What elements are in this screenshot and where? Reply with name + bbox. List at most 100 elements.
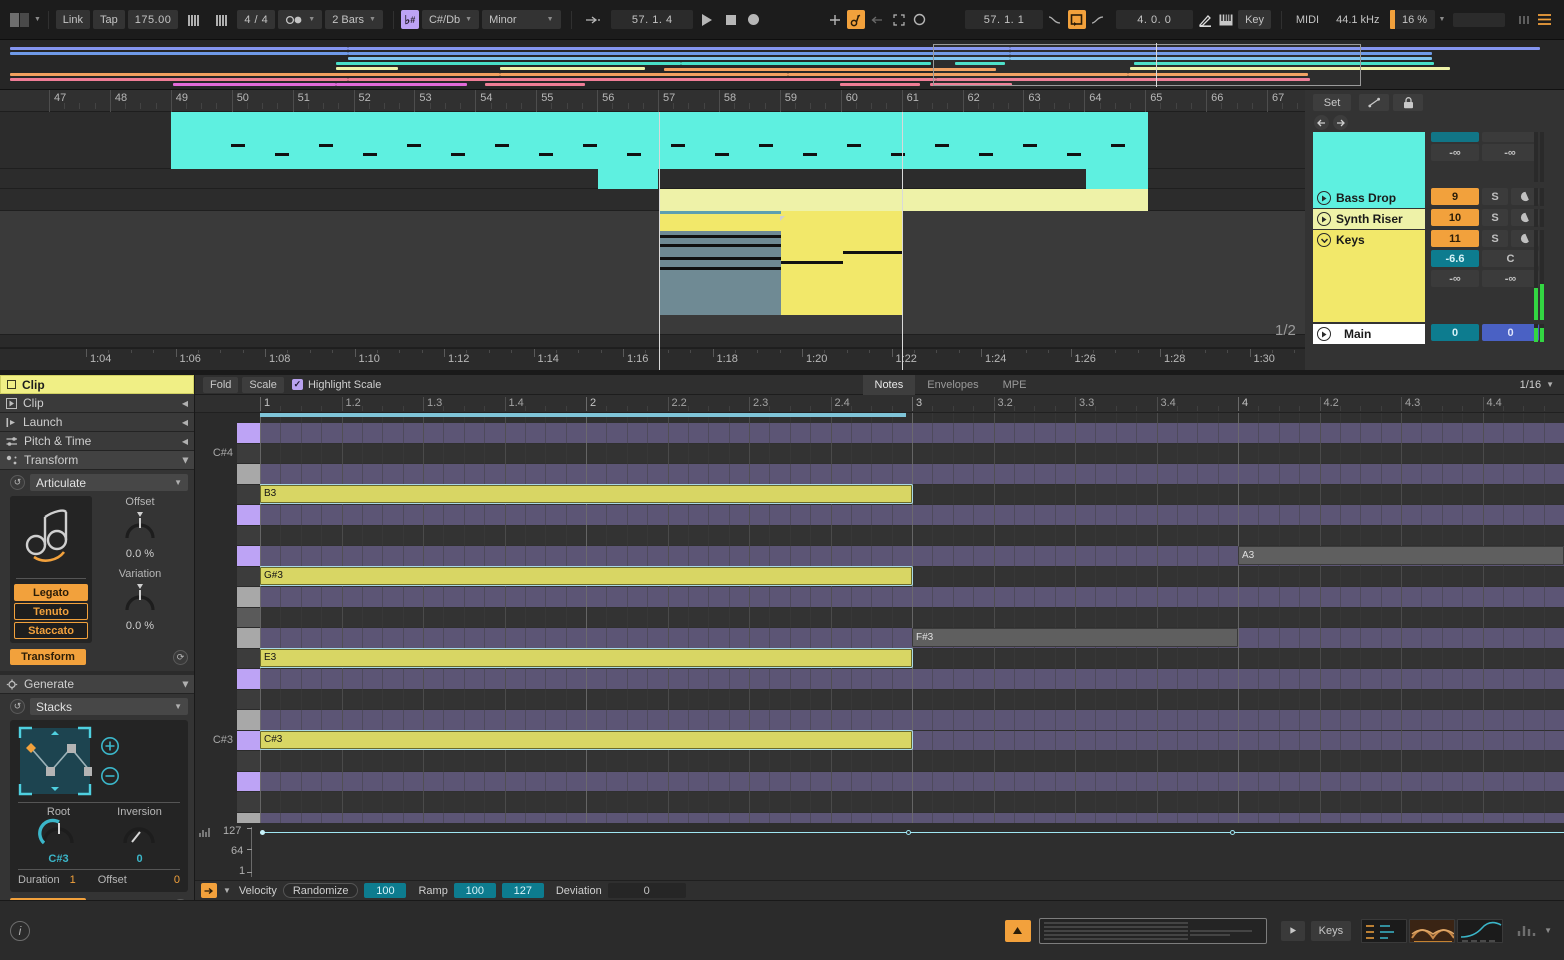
arrangement-track-row[interactable] [0,189,1305,211]
arrangement-follow-button[interactable] [578,10,608,29]
piano-key[interactable] [237,423,260,443]
track-header-synth-riser[interactable]: Synth Riser 10 S [1313,209,1556,229]
loop-length-field[interactable]: 4. 0. 0 [1116,10,1193,29]
track-volume-synth-riser[interactable]: 10 [1431,209,1479,226]
computer-midi-keyboard-button[interactable] [1217,10,1235,29]
section-launch[interactable]: Launch ◀ [0,413,194,432]
metronome-button[interactable]: ▼ [278,10,322,29]
arrangement-record-button[interactable] [826,10,844,29]
lock-envelopes-button[interactable] [1393,94,1423,111]
loop-start-field[interactable]: 57. 1. 1 [965,10,1043,29]
expand-chevron-icon[interactable]: ◀ [180,681,189,687]
track-volume-bass-drop[interactable]: 9 [1431,188,1479,205]
cpu-meter-chevron-icon[interactable]: ▼ [1439,16,1446,23]
solo-button-keys[interactable]: S [1482,230,1508,247]
tempo-nudge-up-icon[interactable] [209,10,234,29]
transform-reset-button[interactable]: ↺ [10,475,25,490]
duration-value[interactable]: 1 [70,874,76,886]
collapse-chevron-icon[interactable]: ◀ [182,418,188,427]
generate-offset-value[interactable]: 0 [174,874,180,886]
collapse-chevron-icon[interactable]: ◀ [182,399,188,408]
stacks-shape-editor[interactable] [18,726,92,796]
midi-beat-ruler[interactable]: 11.21.31.422.22.32.433.23.33.444.24.34.4 [195,395,1564,413]
piano-key[interactable] [237,485,260,505]
clip-bass-drop-b[interactable] [1086,169,1148,189]
generate-reset-button[interactable]: ↺ [10,699,25,714]
track-send-a-partial[interactable]: -∞ [1431,144,1479,161]
piano-key[interactable] [237,690,260,710]
arrangement-bar-ruler[interactable]: 4748495051525354555657585960616263646566… [0,90,1305,112]
track-volume-partial[interactable] [1431,132,1479,142]
clip-synth-riser-b[interactable] [903,189,1148,211]
arrangement-track-row[interactable] [0,112,1305,169]
stop-button[interactable] [721,10,741,29]
automation-draw-button[interactable] [1359,94,1389,111]
track-pan-partial[interactable] [1482,132,1538,142]
piano-key[interactable] [237,608,260,628]
arrangement-time-ruler[interactable]: 1:041:061:081:101:121:141:161:181:201:22… [0,348,1305,370]
show-hide-browser-button[interactable] [1005,920,1031,942]
track-activator-icon[interactable] [1317,191,1331,205]
root-knob[interactable] [37,818,81,850]
punch-in-button[interactable] [1046,10,1064,29]
previous-button[interactable] [1314,115,1329,130]
transform-apply-button[interactable]: Transform [10,649,86,665]
re-enable-automation-button[interactable] [868,10,886,29]
main-activator-icon[interactable] [1317,327,1331,341]
highlight-scale-checkbox[interactable]: ✓ [292,379,303,390]
play-button[interactable] [696,10,717,29]
fold-button[interactable]: Fold [203,377,238,393]
velocity-chain-icon[interactable] [201,883,217,898]
key-root-menu[interactable]: C#/Db▼ [422,10,479,29]
status-level-meter[interactable]: ▼ [1517,924,1552,937]
draw-mode-button[interactable] [1196,10,1214,29]
piano-key[interactable] [237,628,260,648]
automation-arm-button[interactable] [847,10,865,29]
quantization-menu[interactable]: 2 Bars▼ [325,10,383,29]
piano-key[interactable] [237,792,260,812]
overview-selection-rectangle[interactable] [933,44,1361,86]
generate-editor[interactable]: Root C#3 Inversion [10,720,188,892]
info-icon[interactable]: i [10,921,30,941]
clip-synth-riser-a[interactable] [659,189,903,211]
add-step-icon[interactable] [100,736,120,756]
velocity-grid[interactable] [260,823,1564,880]
randomize-button[interactable]: Randomize [283,883,359,898]
staccato-button[interactable]: Staccato [14,622,88,639]
piano-key[interactable] [237,444,260,464]
piano-key[interactable] [237,464,260,484]
inversion-knob[interactable] [118,818,162,850]
set-button[interactable]: Set [1313,94,1351,111]
next-button[interactable] [1333,115,1348,130]
piano-roll-keys[interactable]: C#4C#3 [195,413,260,823]
arrangement-position-field[interactable]: 57. 1. 4 [611,10,693,29]
piano-roll-grid[interactable]: B3A3G#3F#3E3C#3 [260,413,1564,823]
piano-key[interactable] [237,669,260,689]
time-signature-field[interactable]: 4 / 4 [237,10,275,29]
expand-chevron-icon[interactable]: ◀ [180,457,189,463]
velocity-point[interactable] [260,830,265,835]
tap-tempo-button[interactable]: Tap [93,10,125,29]
link-button[interactable]: Link [56,10,90,29]
piano-key[interactable] [237,649,260,669]
arrangement-track-row-keys[interactable] [0,211,1305,335]
record-button[interactable] [743,10,763,29]
section-generate[interactable]: Generate ◀ [0,675,194,694]
solo-button-synth-riser[interactable]: S [1482,209,1508,226]
piano-key[interactable] [237,751,260,771]
piano-key[interactable] [237,526,260,546]
velocity-point[interactable] [1230,830,1235,835]
midi-note[interactable]: C#3 [260,731,912,750]
device-thumbnail[interactable] [1457,919,1503,943]
clip-keys-selected[interactable] [659,231,781,315]
offset-knob[interactable] [119,510,161,546]
velocity-point[interactable] [906,830,911,835]
midi-note[interactable]: E3 [260,649,912,668]
track-send-b-keys[interactable]: -∞ [1482,270,1539,287]
track-header-main[interactable]: Main 0 0 [1313,324,1556,344]
ramp-amount[interactable]: 127 [502,883,544,898]
ramp-value[interactable]: 100 [454,883,496,898]
piano-key[interactable] [237,710,260,730]
clip-keys-top[interactable] [659,211,903,231]
generate-preset-menu[interactable]: Stacks ▼ [30,698,188,715]
